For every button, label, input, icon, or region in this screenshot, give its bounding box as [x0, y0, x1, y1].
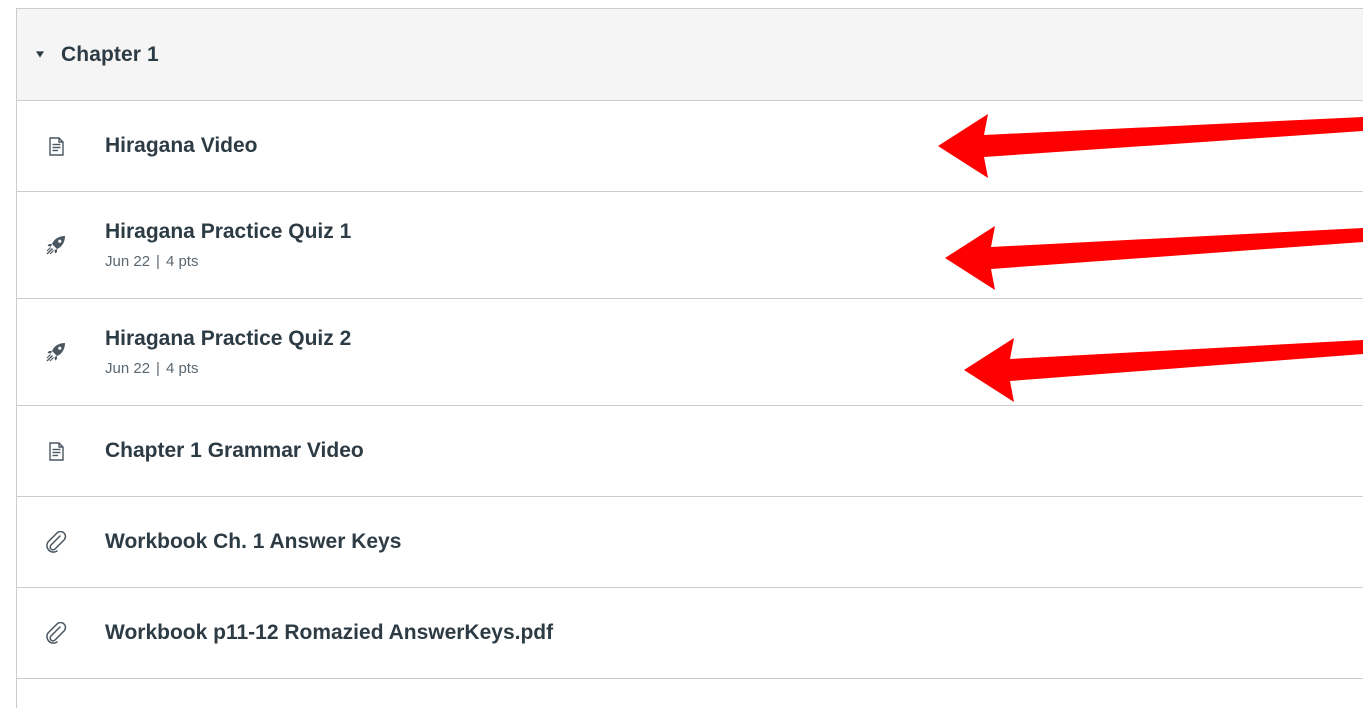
module-item-title[interactable]: Workbook p11-12 Romazied AnswerKeys.pdf: [105, 621, 553, 645]
page-document-icon: [44, 134, 68, 158]
module-item-details: Jun 22 | 4 pts: [105, 360, 351, 377]
module-item-details: Jun 22 | 4 pts: [105, 253, 351, 270]
due-date: Jun 22: [105, 360, 151, 377]
page-document-icon: [44, 439, 68, 463]
paperclip-icon: [44, 530, 68, 554]
module-item-hiragana-practice-quiz-2[interactable]: Hiragana Practice Quiz 2 Jun 22 | 4 pts: [17, 299, 1363, 406]
module-item-title[interactable]: Hiragana Practice Quiz 2: [105, 327, 351, 351]
meta-separator: |: [156, 360, 160, 377]
points: 4 pts: [165, 360, 199, 377]
module-item-title[interactable]: Hiragana Video: [105, 134, 258, 158]
module-header[interactable]: Chapter 1: [17, 9, 1363, 101]
module-item-title[interactable]: Hiragana Practice Quiz 1: [105, 220, 351, 244]
module-item-hiragana-practice-quiz-1[interactable]: Hiragana Practice Quiz 1 Jun 22 | 4 pts: [17, 192, 1363, 299]
module-title: Chapter 1: [61, 42, 159, 66]
module-item-workbook-ch1-answer-keys[interactable]: Workbook Ch. 1 Answer Keys: [17, 497, 1363, 588]
meta-separator: |: [156, 253, 160, 270]
module-item-title[interactable]: Chapter 1 Grammar Video: [105, 439, 364, 463]
module-item-workbook-p11-12-answerkeys-pdf[interactable]: Workbook p11-12 Romazied AnswerKeys.pdf: [17, 588, 1363, 679]
points: 4 pts: [165, 253, 199, 270]
caret-down-icon[interactable]: [36, 50, 44, 59]
due-date: Jun 22: [105, 253, 151, 270]
module-item-hiragana-video[interactable]: Hiragana Video: [17, 101, 1363, 192]
quiz-rocket-icon: [44, 233, 68, 257]
module-item-title[interactable]: Workbook Ch. 1 Answer Keys: [105, 530, 401, 554]
paperclip-icon: [44, 621, 68, 645]
module-chapter-1: Chapter 1 Hiragana Video Hiragana Practi…: [16, 8, 1363, 708]
quiz-rocket-icon: [44, 340, 68, 364]
module-item-chapter-1-grammar-video[interactable]: Chapter 1 Grammar Video: [17, 406, 1363, 497]
